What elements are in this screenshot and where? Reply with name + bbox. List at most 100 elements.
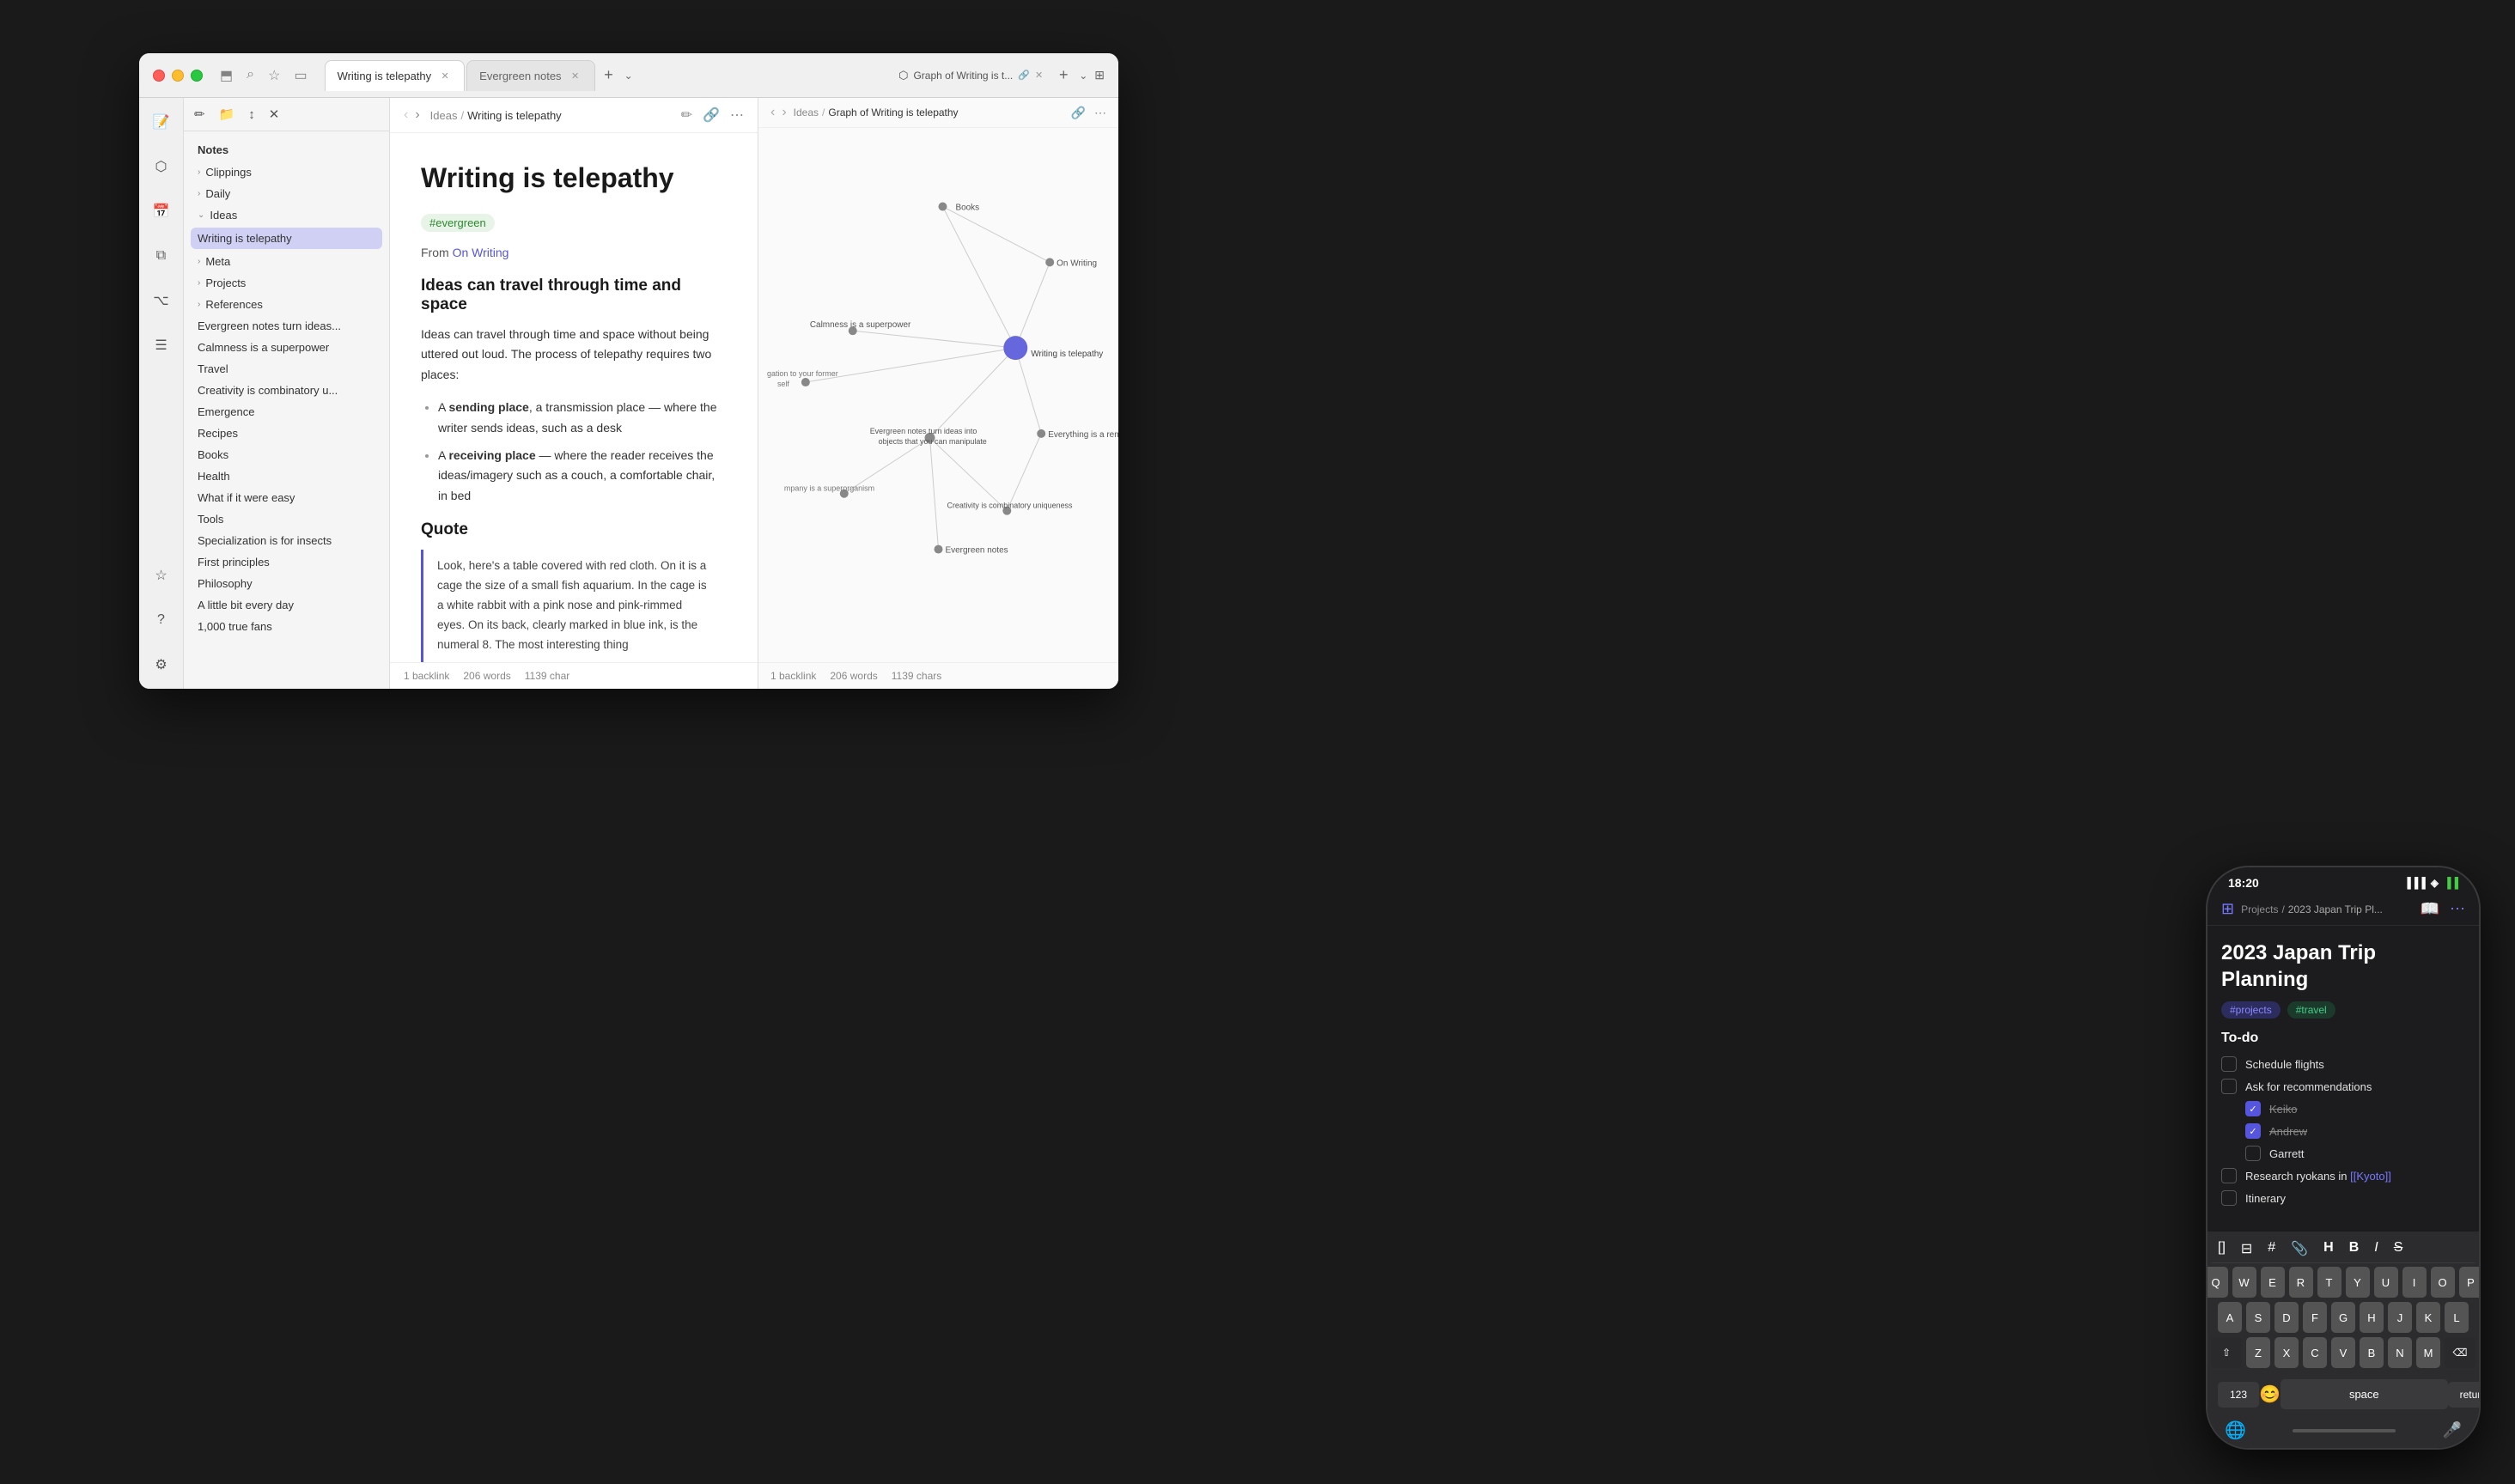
sidebar-item-philosophy[interactable]: Philosophy xyxy=(184,573,389,594)
more-icon[interactable]: ⋯ xyxy=(730,106,744,124)
todo-checkbox[interactable] xyxy=(2221,1056,2237,1072)
key-globe[interactable]: 🌐 xyxy=(2225,1420,2246,1441)
icon-list[interactable]: ☰ xyxy=(148,331,175,359)
icon-branch[interactable]: ⌥ xyxy=(148,287,175,314)
graph-tab-link-icon[interactable]: 🔗 xyxy=(1018,70,1030,81)
star-icon[interactable]: ☆ xyxy=(268,67,280,84)
graph-link-icon[interactable]: 🔗 xyxy=(1071,106,1086,120)
graph-forward-button[interactable]: › xyxy=(782,105,786,120)
close-sidebar-icon[interactable]: ✕ xyxy=(269,106,280,122)
key-w[interactable]: W xyxy=(2232,1267,2256,1298)
sidebar-item-calmness[interactable]: Calmness is a superpower xyxy=(184,337,389,358)
key-emoji[interactable]: 😊 xyxy=(2259,1384,2281,1405)
kb-table-icon[interactable]: ⊟ xyxy=(2241,1240,2252,1257)
icon-layers[interactable]: ⧉ xyxy=(148,242,175,270)
icon-settings[interactable]: ⚙ xyxy=(148,651,175,678)
key-r[interactable]: R xyxy=(2289,1267,2313,1298)
kb-tag-icon[interactable]: # xyxy=(2268,1240,2275,1257)
key-j[interactable]: J xyxy=(2388,1302,2412,1333)
sidebar-item-emergence[interactable]: Emergence xyxy=(184,401,389,423)
tab-evergreen-notes[interactable]: Evergreen notes ✕ xyxy=(466,60,594,91)
note-tag[interactable]: #evergreen xyxy=(421,214,495,232)
todo-item-garrett[interactable]: Garrett xyxy=(2221,1146,2465,1161)
kb-italic-icon[interactable]: I xyxy=(2374,1240,2378,1257)
graph-more-icon[interactable]: ⋯ xyxy=(1094,106,1106,120)
key-o[interactable]: O xyxy=(2431,1267,2455,1298)
add-tab-button[interactable]: + xyxy=(597,64,621,88)
search-icon[interactable]: ⌕ xyxy=(247,67,254,84)
layout-icon[interactable]: ⊞ xyxy=(1094,68,1105,82)
sidebar-item-evergreen[interactable]: Evergreen notes turn ideas... xyxy=(184,315,389,337)
key-space[interactable]: space xyxy=(2281,1379,2448,1409)
icon-calendar[interactable]: 📅 xyxy=(148,198,175,225)
tab1-close-button[interactable]: ✕ xyxy=(438,69,452,82)
sidebar-item-true-fans[interactable]: 1,000 true fans xyxy=(184,616,389,637)
key-n[interactable]: N xyxy=(2388,1337,2412,1368)
key-shift[interactable]: ⇧ xyxy=(2211,1337,2242,1368)
key-g[interactable]: G xyxy=(2331,1302,2355,1333)
compose-icon[interactable]: ✏ xyxy=(194,106,205,122)
edit-icon[interactable]: ✏ xyxy=(681,106,692,124)
graph-tab-close[interactable]: ✕ xyxy=(1035,70,1043,81)
kb-bracket-icon[interactable]: [] xyxy=(2218,1240,2226,1257)
fullscreen-button[interactable] xyxy=(191,70,203,82)
sidebar-item-references[interactable]: › References xyxy=(184,294,389,315)
key-k[interactable]: K xyxy=(2416,1302,2440,1333)
kb-strikethrough-icon[interactable]: S xyxy=(2394,1240,2403,1257)
key-e[interactable]: E xyxy=(2261,1267,2285,1298)
todo-checkbox[interactable] xyxy=(2221,1168,2237,1183)
key-123[interactable]: 123 xyxy=(2218,1382,2259,1408)
sidebar-item-clippings[interactable]: › Clippings xyxy=(184,161,389,183)
key-l[interactable]: L xyxy=(2445,1302,2469,1333)
sidebar-item-health[interactable]: Health xyxy=(184,465,389,487)
iphone-content[interactable]: 2023 Japan Trip Planning #projects #trav… xyxy=(2207,926,2479,1232)
todo-checkbox-checked[interactable] xyxy=(2245,1123,2261,1139)
tab-writing-is-telepathy[interactable]: Writing is telepathy ✕ xyxy=(325,60,466,91)
todo-checkbox[interactable] xyxy=(2221,1079,2237,1094)
todo-item-andrew[interactable]: Andrew xyxy=(2221,1123,2465,1139)
editor-content[interactable]: Writing is telepathy #evergreen From On … xyxy=(390,133,758,662)
notes-app-icon[interactable]: ⊞ xyxy=(2221,900,2234,918)
link-icon[interactable]: 🔗 xyxy=(703,106,720,124)
key-v[interactable]: V xyxy=(2331,1337,2355,1368)
tab-chevron-icon[interactable]: ⌄ xyxy=(624,70,633,82)
key-return[interactable]: return xyxy=(2448,1382,2479,1408)
kb-bold-icon[interactable]: B xyxy=(2349,1240,2360,1257)
todo-checkbox[interactable] xyxy=(2245,1146,2261,1161)
todo-item-ryokans[interactable]: Research ryokans in [[Kyoto]] xyxy=(2221,1168,2465,1183)
key-c[interactable]: C xyxy=(2303,1337,2327,1368)
sort-icon[interactable]: ↕ xyxy=(248,107,255,122)
close-button[interactable] xyxy=(153,70,165,82)
sidebar-item-creativity[interactable]: Creativity is combinatory u... xyxy=(184,380,389,401)
tab2-close-button[interactable]: ✕ xyxy=(569,69,582,82)
key-i[interactable]: I xyxy=(2402,1267,2427,1298)
todo-item-recommendations[interactable]: Ask for recommendations xyxy=(2221,1079,2465,1094)
graph-content[interactable]: Books On Writing Calmness is a superpowe… xyxy=(758,128,1118,662)
key-q[interactable]: Q xyxy=(2207,1267,2228,1298)
backlinks-count[interactable]: 1 backlink xyxy=(404,670,449,682)
key-f[interactable]: F xyxy=(2303,1302,2327,1333)
key-x[interactable]: X xyxy=(2274,1337,2299,1368)
back-button[interactable]: ‹ xyxy=(404,107,408,123)
kb-heading-icon[interactable]: H xyxy=(2323,1240,2334,1257)
key-backspace[interactable]: ⌫ xyxy=(2445,1337,2475,1368)
open-icon[interactable]: 📁 xyxy=(219,106,235,122)
sidebar-item-projects[interactable]: › Projects xyxy=(184,272,389,294)
key-h[interactable]: H xyxy=(2360,1302,2384,1333)
sidebar-item-writing-is-telepathy[interactable]: Writing is telepathy xyxy=(191,228,382,249)
key-z[interactable]: Z xyxy=(2246,1337,2270,1368)
sidebar-item-recipes[interactable]: Recipes xyxy=(184,423,389,444)
graph-back-button[interactable]: ‹ xyxy=(770,105,775,120)
todo-item-flights[interactable]: Schedule flights xyxy=(2221,1056,2465,1072)
icon-question[interactable]: ? xyxy=(148,606,175,634)
sidebar-item-what-if[interactable]: What if it were easy xyxy=(184,487,389,508)
icon-star-sidebar[interactable]: ☆ xyxy=(148,562,175,589)
tag-travel[interactable]: #travel xyxy=(2287,1001,2335,1019)
tag-projects[interactable]: #projects xyxy=(2221,1001,2281,1019)
todo-item-itinerary[interactable]: Itinerary xyxy=(2221,1190,2465,1206)
sidebar-item-ideas[interactable]: ⌄ Ideas xyxy=(184,204,389,226)
folder-icon[interactable]: ⬒ xyxy=(220,67,233,84)
todo-checkbox[interactable] xyxy=(2221,1190,2237,1206)
key-y[interactable]: Y xyxy=(2346,1267,2370,1298)
sidebar-item-daily[interactable]: › Daily xyxy=(184,183,389,204)
